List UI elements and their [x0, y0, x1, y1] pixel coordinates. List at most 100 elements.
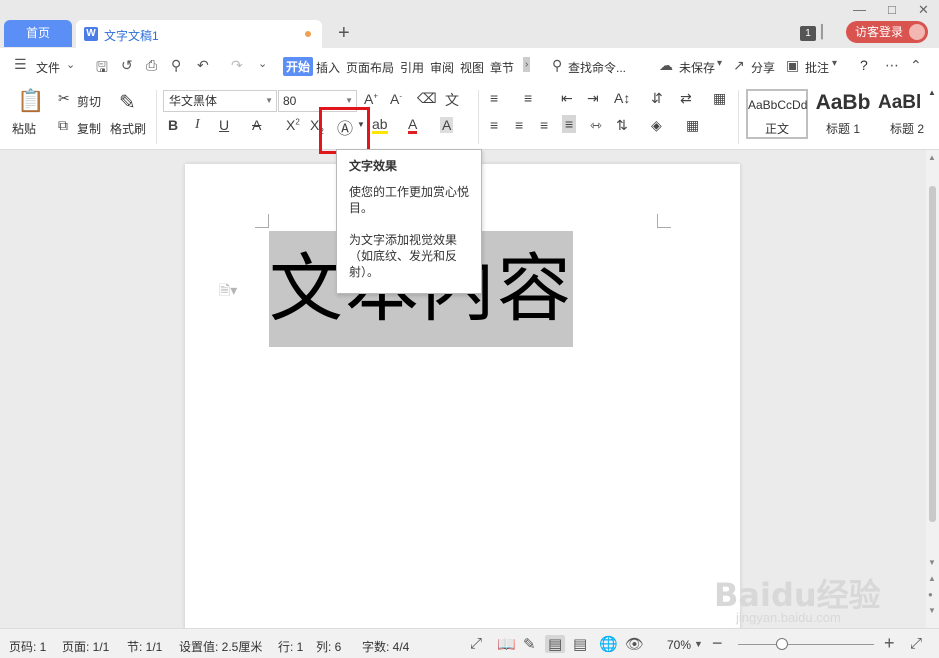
table-icon[interactable]: ▦ [713, 90, 726, 107]
chevron-down-icon[interactable]: ⌄ [66, 58, 75, 71]
status-section[interactable]: 节: 1/1 [127, 638, 162, 655]
styles-scroll-up-icon[interactable]: ▲ [928, 88, 936, 97]
scroll-down-icon[interactable]: ▼ [928, 558, 936, 567]
eye-protection-icon[interactable]: 👁 [625, 635, 644, 653]
style-heading1[interactable]: AaBb 标题 1 [810, 89, 876, 139]
bullet-list-icon[interactable]: ≡ [490, 90, 498, 106]
zoom-in-icon[interactable]: + [884, 633, 895, 654]
change-case-icon[interactable]: A↕ [614, 90, 630, 106]
search-icon[interactable]: ⚲ [552, 57, 562, 74]
chevron-down-icon[interactable]: ▼ [694, 639, 703, 649]
new-tab-button[interactable]: + [338, 22, 350, 45]
print-preview-icon[interactable]: ⚲ [171, 57, 181, 74]
print-icon[interactable]: ⎙ [146, 57, 157, 74]
paste-button[interactable]: 粘贴 [12, 120, 36, 137]
decrease-indent-icon[interactable]: ⇤ [561, 90, 573, 107]
distribute-icon[interactable]: ⇿ [590, 117, 602, 134]
prev-page-icon[interactable]: ▲ [928, 574, 936, 583]
minimize-icon[interactable]: — [853, 2, 866, 17]
char-shading-icon[interactable]: A [440, 117, 454, 133]
tab-document[interactable]: W 文字文稿1 [76, 20, 322, 48]
phonetic-guide-icon[interactable]: 文 [445, 90, 459, 110]
zoom-out-icon[interactable]: − [712, 633, 723, 654]
menu-review[interactable]: 审阅 [430, 59, 454, 76]
window-count-badge[interactable]: 1 [800, 26, 816, 41]
page-view-icon[interactable]: ▤ [545, 635, 566, 653]
superscript-icon[interactable]: X2 [286, 117, 300, 133]
bold-icon[interactable]: B [168, 117, 178, 133]
paste-icon[interactable]: 📋 [17, 88, 44, 114]
zoom-slider-knob[interactable] [776, 638, 788, 650]
status-setting[interactable]: 设置值: 2.5厘米 [179, 638, 262, 655]
scroll-up-icon[interactable]: ▲ [928, 153, 936, 162]
status-col[interactable]: 列: 6 [316, 638, 341, 655]
paragraph-handle-icon[interactable]: 🗎▾ [219, 280, 237, 304]
copy-icon[interactable]: ⧉ [58, 117, 68, 134]
grow-font-icon[interactable]: A+ [364, 91, 378, 107]
chevron-down-icon[interactable]: ▾ [832, 58, 837, 69]
font-color-icon[interactable]: A [408, 117, 418, 134]
next-page-icon[interactable]: ▼ [928, 606, 936, 615]
align-left-icon[interactable]: ≡ [490, 117, 498, 133]
quick-access-more-icon[interactable]: ⌄ [258, 57, 267, 70]
shrink-font-icon[interactable]: A- [390, 91, 402, 107]
maximize-icon[interactable]: □ [888, 2, 896, 17]
status-page[interactable]: 页码: 1 [9, 638, 46, 655]
align-center-icon[interactable]: ≡ [515, 117, 523, 133]
save-icon[interactable]: 🖫 [96, 57, 108, 81]
more-options-icon[interactable]: ⋯ [885, 57, 899, 74]
justify-icon[interactable]: ≡ [562, 115, 577, 133]
close-icon[interactable]: ✕ [918, 2, 929, 18]
italic-icon[interactable]: I [195, 117, 200, 133]
window-list-icon[interactable]: ┃ [818, 24, 826, 40]
borders-icon[interactable]: ▦ [686, 117, 699, 134]
export-icon[interactable]: ↺ [121, 57, 133, 74]
chevron-down-icon[interactable]: ▾ [717, 58, 722, 69]
menu-start[interactable]: 开始 [283, 57, 314, 76]
numbered-list-icon[interactable]: ≡ [524, 90, 532, 106]
align-right-icon[interactable]: ≡ [540, 117, 548, 133]
line-spacing-icon[interactable]: ⇅ [616, 117, 628, 134]
cut-icon[interactable]: ✂ [58, 90, 70, 107]
style-heading2[interactable]: AaBl 标题 2 [876, 89, 926, 139]
menu-reference[interactable]: 引用 [400, 59, 424, 76]
copy-button[interactable]: 复制 [77, 120, 101, 137]
collapse-ribbon-icon[interactable]: ⌃ [910, 57, 922, 74]
strikethrough-icon[interactable]: A [252, 117, 261, 133]
tab-home[interactable]: 首页 [4, 20, 72, 47]
scrollbar-thumb[interactable] [929, 186, 936, 522]
vertical-scrollbar[interactable]: ▲ ▼ ▲ ● ▼ [926, 150, 939, 628]
underline-icon[interactable]: U [219, 117, 229, 133]
status-row[interactable]: 行: 1 [278, 638, 303, 655]
status-pages[interactable]: 页面: 1/1 [62, 638, 109, 655]
font-name-select[interactable]: 华文黑体 ▼ [163, 90, 277, 112]
fit-page-icon[interactable]: ⤢ [910, 635, 922, 652]
show-marks-icon[interactable]: ⇄ [680, 90, 692, 107]
menu-view[interactable]: 视图 [460, 59, 484, 76]
guest-login-button[interactable]: 访客登录 [846, 21, 928, 43]
sort-icon[interactable]: ⇵ [651, 90, 663, 107]
zoom-slider[interactable] [738, 638, 874, 650]
edit-mode-icon[interactable]: ✎ [523, 635, 536, 653]
clear-format-icon[interactable]: ⌫ [417, 90, 437, 107]
format-painter-icon[interactable]: ✎ [119, 90, 136, 115]
share-button[interactable]: 分享 [751, 59, 775, 76]
format-painter-button[interactable]: 格式刷 [110, 120, 146, 137]
menu-insert[interactable]: 插入 [316, 59, 340, 76]
hamburger-icon[interactable]: ☰ [14, 56, 27, 73]
web-view-icon[interactable]: 🌐 [599, 635, 618, 653]
zoom-level[interactable]: 70% [667, 638, 691, 652]
undo-icon[interactable]: ↶ [197, 57, 209, 74]
highlight-icon[interactable]: ab [372, 117, 388, 134]
increase-indent-icon[interactable]: ⇥ [587, 90, 599, 107]
search-command-input[interactable]: 查找命令... [568, 59, 626, 76]
redo-icon[interactable]: ↷ [231, 57, 243, 74]
cut-button[interactable]: 剪切 [77, 93, 101, 110]
status-words[interactable]: 字数: 4/4 [362, 638, 409, 655]
outline-view-icon[interactable]: ▤ [573, 635, 587, 653]
comment-button[interactable]: 批注 [805, 59, 829, 76]
help-button[interactable]: ? [860, 57, 868, 73]
menu-file[interactable]: 文件 [36, 59, 60, 76]
shading-icon[interactable]: ◈ [651, 117, 662, 134]
menu-chapter[interactable]: 章节 [490, 59, 514, 76]
